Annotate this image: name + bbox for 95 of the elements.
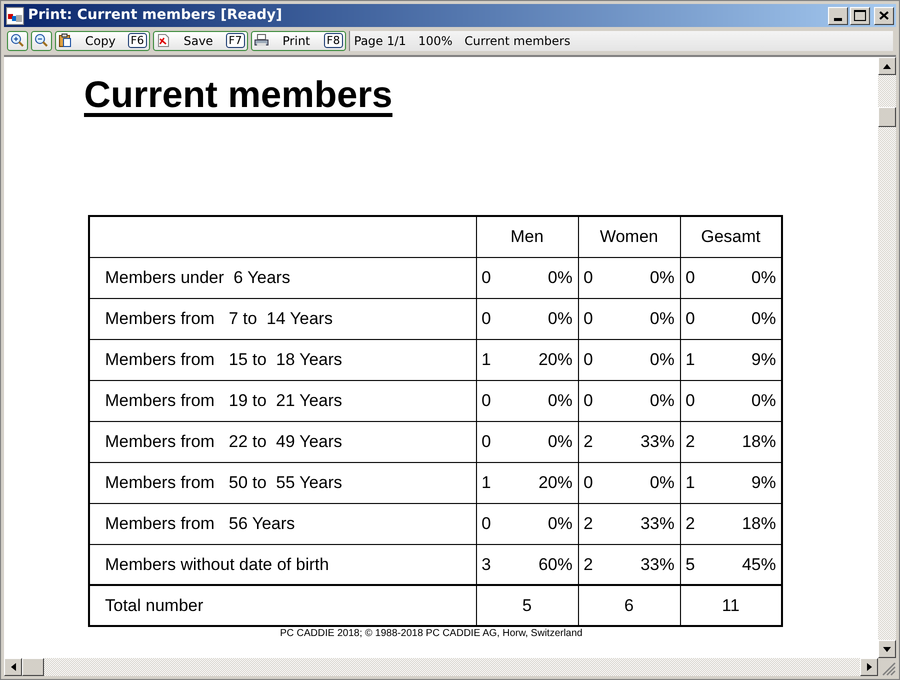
percent-value: 0%	[650, 390, 674, 412]
report-title: Current members	[84, 73, 392, 117]
scroll-down-button[interactable]	[878, 640, 896, 658]
percent-value: 33%	[640, 512, 674, 535]
percent-value: 33%	[640, 430, 674, 453]
percent-value: 20%	[538, 472, 572, 494]
count-value: 1	[686, 348, 695, 371]
save-button[interactable]: Save F7	[153, 30, 248, 50]
percent-value: 9%	[751, 472, 776, 494]
zoom-out-icon	[34, 33, 49, 48]
scroll-up-button[interactable]	[878, 57, 896, 75]
count-value: 3	[482, 554, 491, 576]
count-value: 2	[686, 512, 695, 535]
count-value: 2	[584, 512, 593, 535]
percent-value: 0%	[650, 472, 674, 494]
footer-text: PC CADDIE 2018; © 1988-2018 PC CADDIE AG, Horw, Switzerland	[280, 627, 582, 641]
row-label: Members from 50 to 55 Years	[89, 462, 476, 503]
app-icon	[6, 6, 24, 24]
maximize-button[interactable]	[850, 6, 870, 24]
percent-value: 18%	[742, 512, 776, 535]
shortcut-key: F6	[128, 33, 147, 48]
percent-value: 20%	[538, 348, 572, 371]
count-value: 0	[482, 512, 491, 535]
row-label: Members from 22 to 49 Years	[89, 421, 476, 462]
percent-value: 0%	[751, 308, 776, 330]
zoom-in-button[interactable]	[7, 30, 28, 50]
percent-value: 0%	[548, 266, 572, 289]
zoom-out-button[interactable]	[31, 30, 52, 50]
count-value: 0	[482, 308, 491, 330]
scroll-right-button[interactable]	[860, 658, 878, 676]
percent-value: 18%	[742, 430, 776, 453]
row-label: Members from 7 to 14 Years	[89, 298, 476, 339]
column-header: Men	[476, 216, 578, 257]
count-value: 0	[584, 348, 593, 371]
horizontal-scrollbar[interactable]	[4, 658, 878, 676]
row-label: Members under 6 Years	[89, 257, 476, 298]
scroll-left-button[interactable]	[4, 658, 22, 676]
count-value: 0	[482, 430, 491, 453]
right-arrow-icon	[866, 663, 872, 671]
percent-value: 0%	[548, 308, 572, 330]
row-label: Members from 56 Years	[89, 503, 476, 544]
document-icon	[156, 33, 171, 48]
count-value: 1	[686, 472, 695, 494]
percent-value: 33%	[640, 554, 674, 576]
shortcut-key: F7	[226, 33, 245, 48]
count-value: 0	[686, 266, 695, 289]
zoom-level: 100%	[418, 32, 452, 50]
minimize-icon	[834, 18, 842, 20]
count-value: 2	[584, 554, 593, 576]
percent-value: 0%	[548, 430, 572, 453]
shortcut-key: F8	[324, 33, 343, 48]
percent-value: 0%	[751, 266, 776, 289]
count-value: 0	[584, 472, 593, 494]
count-value: 0	[686, 308, 695, 330]
count-value: 1	[482, 472, 491, 494]
count-value: 0	[584, 390, 593, 412]
close-icon	[879, 11, 889, 20]
document-name: Current members	[464, 32, 570, 50]
printer-icon	[254, 33, 269, 48]
page-indicator: Page 1/1	[354, 32, 406, 50]
maximize-icon	[854, 10, 866, 21]
row-label: Members from 15 to 18 Years	[89, 339, 476, 380]
row-label: Members from 19 to 21 Years	[89, 380, 476, 421]
minimize-button[interactable]	[828, 6, 848, 24]
percent-value: 0%	[751, 390, 776, 412]
print-button[interactable]: Print F8	[251, 30, 346, 50]
count-value: 2	[686, 430, 695, 453]
zoom-in-icon	[10, 33, 25, 48]
clipboard-icon	[58, 33, 73, 48]
percent-value: 9%	[751, 348, 776, 371]
scroll-thumb[interactable]	[22, 658, 44, 676]
count-value: 0	[482, 390, 491, 412]
vertical-scrollbar[interactable]	[878, 57, 896, 658]
count-value: 2	[584, 430, 593, 453]
percent-value: 60%	[538, 554, 572, 576]
count-value: 1	[482, 348, 491, 371]
count-value: 0	[584, 266, 593, 289]
left-arrow-icon	[10, 663, 16, 671]
percent-value: 0%	[548, 512, 572, 535]
percent-value: 0%	[650, 266, 674, 289]
count-value: 0	[584, 308, 593, 330]
count-value: 5	[686, 554, 695, 576]
down-arrow-icon	[883, 646, 891, 652]
copy-button[interactable]: Copy F6	[55, 30, 150, 50]
up-arrow-icon	[883, 64, 891, 68]
percent-value: 45%	[742, 554, 776, 576]
column-header: Women	[578, 216, 680, 257]
percent-value: 0%	[650, 348, 674, 371]
percent-value: 0%	[650, 308, 674, 330]
scroll-thumb[interactable]	[878, 107, 896, 127]
percent-value: 0%	[548, 390, 572, 412]
window-title: Print: Current members [Ready]	[28, 6, 282, 25]
close-button[interactable]	[874, 6, 894, 24]
count-value: 0	[482, 266, 491, 289]
count-value: 0	[686, 390, 695, 412]
